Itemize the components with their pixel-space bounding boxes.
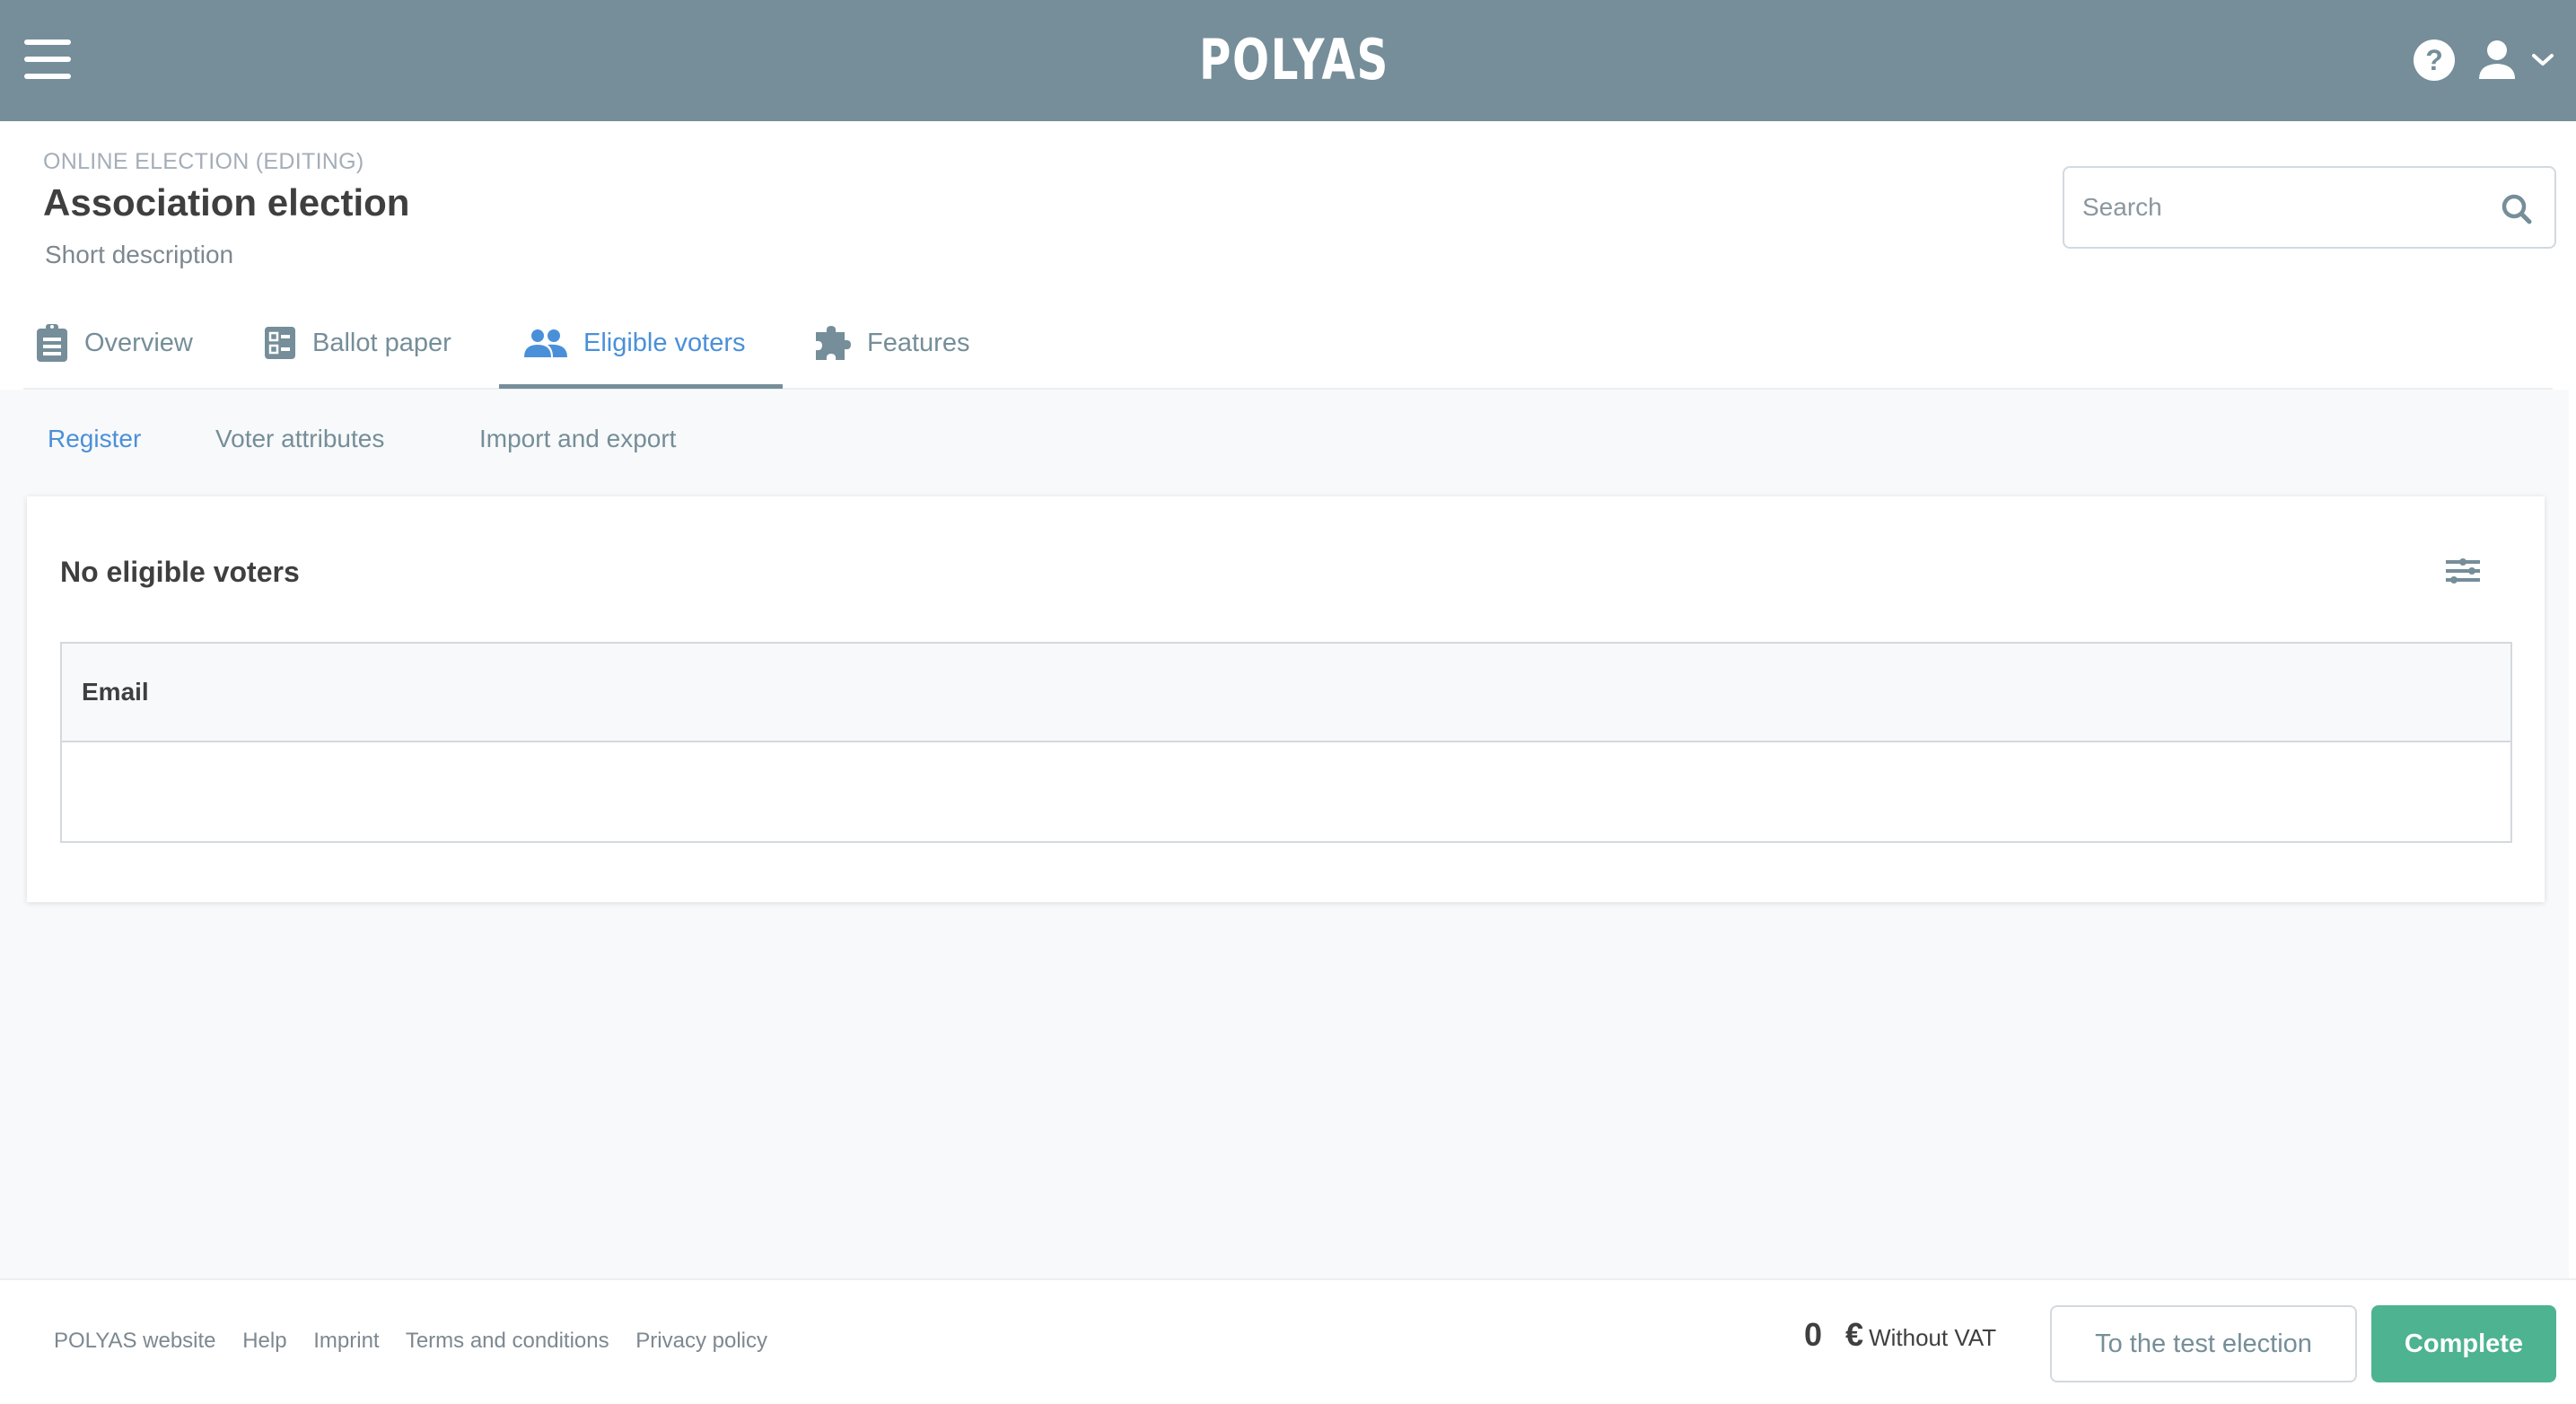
footer: POLYAS website Help Imprint Terms and co… <box>0 1278 2576 1404</box>
voters-card: No eligible voters Email <box>27 496 2545 902</box>
search-input[interactable] <box>2082 168 2477 247</box>
hamburger-line <box>24 74 71 79</box>
card-title: No eligible voters <box>60 556 300 588</box>
tab-ballot-paper[interactable]: Ballot paper <box>264 296 451 390</box>
tab-features[interactable]: Features <box>815 296 969 390</box>
subtab-register[interactable]: Register <box>48 425 141 453</box>
price-currency: € <box>1845 1316 1864 1353</box>
subtab-voter-attributes[interactable]: Voter attributes <box>215 425 384 453</box>
hamburger-line <box>24 39 71 45</box>
tab-overview[interactable]: Overview <box>36 296 193 390</box>
table-empty-row <box>62 744 2510 841</box>
footer-link-website[interactable]: POLYAS website <box>54 1329 216 1353</box>
search-icon[interactable] <box>2501 193 2533 225</box>
price-vat-note: Without VAT <box>1869 1324 1997 1351</box>
table-header: Email <box>62 644 2510 742</box>
election-type-label: ONLINE ELECTION (EDITING) <box>43 149 364 174</box>
voters-table: Email <box>60 642 2512 843</box>
column-header-email[interactable]: Email <box>82 678 149 706</box>
sliders-icon[interactable] <box>2446 557 2480 584</box>
clipboard-icon <box>37 324 67 362</box>
footer-links: POLYAS website Help Imprint Terms and co… <box>54 1329 788 1354</box>
price-display: 0 € Without VAT <box>1804 1316 1996 1361</box>
hamburger-line <box>24 57 71 62</box>
hamburger-menu-icon[interactable] <box>24 39 71 79</box>
subtab-import-export[interactable]: Import and export <box>479 425 676 453</box>
top-bar: POLYAS ? <box>0 0 2576 121</box>
page-title: Association election <box>43 181 410 224</box>
footer-link-imprint[interactable]: Imprint <box>313 1329 379 1353</box>
user-icon <box>2479 40 2515 79</box>
ballot-list-icon <box>265 327 295 359</box>
tab-eligible-voters[interactable]: Eligible voters <box>524 296 746 390</box>
people-icon <box>524 329 567 357</box>
help-icon[interactable]: ? <box>2414 39 2455 81</box>
tab-label: Eligible voters <box>583 328 746 357</box>
price-value: 0 <box>1804 1316 1823 1353</box>
footer-link-terms[interactable]: Terms and conditions <box>406 1329 609 1353</box>
user-menu-button[interactable] <box>2477 36 2560 86</box>
test-election-button[interactable]: To the test election <box>2050 1305 2357 1382</box>
puzzle-icon <box>816 326 851 360</box>
tab-label: Features <box>867 328 970 357</box>
tab-label: Ballot paper <box>312 328 451 357</box>
search-field[interactable] <box>2063 166 2556 249</box>
election-description: Short description <box>45 241 234 268</box>
polyas-logo[interactable]: POLYAS <box>1199 29 1388 92</box>
footer-link-help[interactable]: Help <box>242 1329 286 1353</box>
complete-button[interactable]: Complete <box>2371 1305 2556 1382</box>
chevron-down-icon <box>2532 54 2554 66</box>
footer-link-privacy[interactable]: Privacy policy <box>635 1329 767 1353</box>
tab-label: Overview <box>84 328 193 357</box>
active-tab-indicator <box>499 384 783 389</box>
